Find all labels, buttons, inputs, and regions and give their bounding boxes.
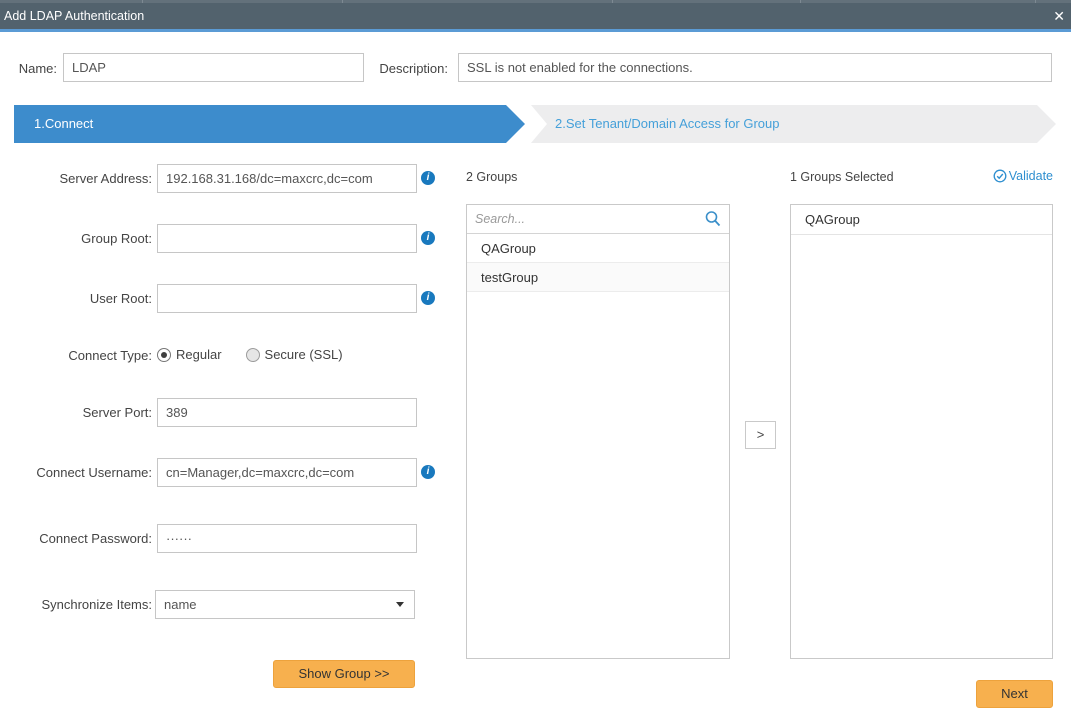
search-input[interactable] xyxy=(467,205,729,233)
group-root-label: Group Root: xyxy=(0,231,152,246)
search-icon[interactable] xyxy=(704,210,722,233)
server-address-info-icon[interactable] xyxy=(421,171,435,185)
radio-selected-dot xyxy=(161,352,167,358)
dialog-title: Add LDAP Authentication xyxy=(4,3,144,29)
connect-password-label: Connect Password: xyxy=(0,531,152,546)
chevron-down-icon xyxy=(396,602,404,607)
connect-username-info-icon[interactable] xyxy=(421,465,435,479)
connect-password-field[interactable] xyxy=(157,524,417,553)
show-group-button[interactable]: Show Group >> xyxy=(273,660,415,688)
synchronize-items-label: Synchronize Items: xyxy=(0,597,152,612)
connect-username-field[interactable] xyxy=(157,458,417,487)
connect-type-label: Connect Type: xyxy=(0,348,152,363)
radio-secure-ssl-label: Secure (SSL) xyxy=(265,347,343,362)
radio-regular-label: Regular xyxy=(176,347,222,362)
validate-label: Validate xyxy=(1009,169,1053,183)
radio-secure-ssl[interactable] xyxy=(246,348,260,362)
user-root-label: User Root: xyxy=(0,291,152,306)
name-label: Name: xyxy=(0,61,57,76)
selected-groups-list: QAGroup xyxy=(790,204,1053,659)
titlebar-accent-line xyxy=(0,29,1071,32)
group-search-row xyxy=(467,205,729,234)
selected-count-label: 1 Groups Selected xyxy=(790,170,894,184)
user-root-info-icon[interactable] xyxy=(421,291,435,305)
list-item[interactable]: QAGroup xyxy=(791,205,1052,235)
group-root-info-icon[interactable] xyxy=(421,231,435,245)
step-tab-connect[interactable]: 1.Connect xyxy=(14,105,525,143)
connect-username-label: Connect Username: xyxy=(0,465,152,480)
close-icon[interactable]: ✕ xyxy=(1053,3,1065,29)
synchronize-items-select[interactable]: name xyxy=(155,590,415,619)
move-right-button[interactable]: > xyxy=(745,421,776,449)
radio-regular[interactable] xyxy=(157,348,171,362)
server-address-label: Server Address: xyxy=(0,171,152,186)
step-tab-tenant-access[interactable]: 2.Set Tenant/Domain Access for Group xyxy=(531,105,1056,143)
user-root-field[interactable] xyxy=(157,284,417,313)
group-root-field[interactable] xyxy=(157,224,417,253)
name-field[interactable] xyxy=(63,53,364,82)
synchronize-items-value: name xyxy=(164,597,197,612)
server-port-field[interactable] xyxy=(157,398,417,427)
next-button[interactable]: Next xyxy=(976,680,1053,708)
groups-count-label: 2 Groups xyxy=(466,170,517,184)
validate-link[interactable]: Validate xyxy=(993,169,1053,183)
check-circle-icon xyxy=(993,169,1007,183)
dialog-titlebar: Add LDAP Authentication ✕ xyxy=(0,3,1071,29)
list-item[interactable]: testGroup xyxy=(467,263,729,292)
description-label: Description: xyxy=(372,61,448,76)
description-field[interactable] xyxy=(458,53,1052,82)
server-port-label: Server Port: xyxy=(0,405,152,420)
connect-type-options: Regular Secure (SSL) xyxy=(157,347,367,363)
groups-list: QAGroup testGroup xyxy=(466,204,730,659)
server-address-field[interactable] xyxy=(157,164,417,193)
list-item[interactable]: QAGroup xyxy=(467,234,729,263)
